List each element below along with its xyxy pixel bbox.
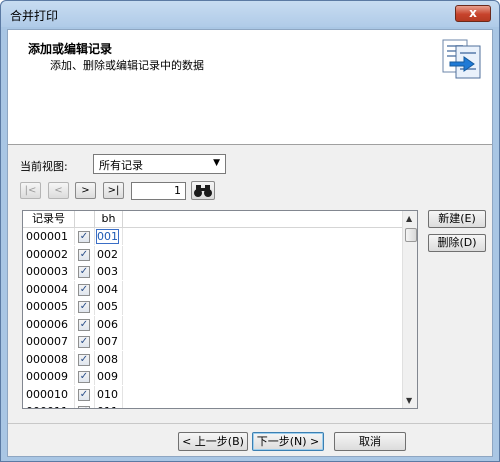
column-header-bh[interactable]: bh [95,211,123,227]
next-record-button[interactable]: > [75,182,96,199]
next-button[interactable]: 下一步(N) > [252,432,324,451]
table-row[interactable]: 000005 ✓ 005 [23,298,403,316]
bh-cell[interactable]: 007 [95,333,123,350]
record-number-cell: 000003 [23,263,75,280]
record-number-cell: 000005 [23,298,75,315]
bh-value: 001 [96,229,119,244]
bh-cell[interactable]: 003 [95,263,123,280]
include-cell: ✓ [75,263,95,280]
bh-cell[interactable]: 008 [95,350,123,368]
include-cell: ✓ [75,368,95,385]
column-header-include[interactable] [75,211,95,227]
close-button[interactable]: x [455,5,491,22]
record-number-cell: 000011 [23,403,75,408]
bh-cell[interactable]: 010 [95,385,123,403]
back-button[interactable]: < 上一步(B) [178,432,248,451]
records-table[interactable]: 记录号 bh 000001 ✓ 001 000002 ✓ 002 000003 … [22,210,418,409]
include-checkbox[interactable]: ✓ [78,353,90,366]
bh-cell[interactable]: 004 [95,280,123,298]
table-row[interactable]: 000010 ✓ 010 [23,385,403,404]
include-cell: ✓ [75,403,95,408]
view-label: 当前视图: [20,160,68,173]
last-record-button[interactable]: >| [103,182,124,199]
table-row[interactable]: 000002 ✓ 002 [23,245,403,264]
record-number-cell: 000002 [23,245,75,263]
table-row[interactable]: 000004 ✓ 004 [23,280,403,299]
include-checkbox[interactable]: ✓ [78,283,90,296]
title-bar[interactable]: 合并打印 x [1,1,499,27]
include-checkbox[interactable]: ✓ [78,336,90,348]
page-subtitle: 添加、删除或编辑记录中的数据 [50,59,204,72]
scroll-down-icon[interactable]: ▼ [406,396,412,405]
bh-cell[interactable]: 001 [95,228,123,245]
include-checkbox[interactable]: ✓ [78,406,90,408]
dialog-window: 合并打印 x 添加或编辑记录 添加、删除或编辑记录中的数据 当前视图: 所有记录… [0,0,500,462]
include-cell: ✓ [75,333,95,350]
table-header: 记录号 bh [23,211,403,228]
bh-cell[interactable]: 009 [95,368,123,385]
binoculars-icon [192,185,214,202]
dialog-body: 添加或编辑记录 添加、删除或编辑记录中的数据 当前视图: 所有记录 ▼ |< <… [7,29,493,457]
include-checkbox[interactable]: ✓ [78,318,90,331]
new-record-button[interactable]: 新建(E) [428,210,486,228]
bh-cell[interactable]: 006 [95,315,123,333]
wizard-header: 添加或编辑记录 添加、删除或编辑记录中的数据 [8,30,492,145]
bh-cell[interactable]: 002 [95,245,123,263]
table-row[interactable]: 000006 ✓ 006 [23,315,403,334]
record-number-input[interactable]: 1 [131,182,186,200]
merge-document-icon [440,38,484,80]
include-cell: ✓ [75,385,95,403]
record-number-cell: 000010 [23,385,75,403]
table-row[interactable]: 000009 ✓ 009 [23,368,403,386]
record-number-cell: 000006 [23,315,75,333]
view-dropdown[interactable]: 所有记录 ▼ [93,154,226,174]
cancel-button[interactable]: 取消 [334,432,406,451]
chevron-down-icon: ▼ [213,158,220,168]
include-cell: ✓ [75,245,95,263]
include-cell: ✓ [75,315,95,333]
previous-record-button[interactable]: < [48,182,69,199]
include-checkbox[interactable]: ✓ [78,231,90,243]
record-number-cell: 000004 [23,280,75,298]
scrollbar-thumb[interactable] [405,228,417,242]
record-number-cell: 000008 [23,350,75,368]
bh-cell[interactable]: 011 [95,403,123,408]
vertical-scrollbar[interactable]: ▲ ▼ [402,211,417,408]
include-checkbox[interactable]: ✓ [78,301,90,313]
find-record-button[interactable] [191,181,215,200]
table-row[interactable]: 000001 ✓ 001 [23,228,403,246]
bh-cell[interactable]: 005 [95,298,123,315]
include-checkbox[interactable]: ✓ [78,266,90,278]
table-row[interactable]: 000011 ✓ 011 [23,403,403,408]
table-body: 000001 ✓ 001 000002 ✓ 002 000003 ✓ 003 0… [23,228,403,408]
record-number-cell: 000009 [23,368,75,385]
record-number-cell: 000007 [23,333,75,350]
include-cell: ✓ [75,298,95,315]
column-header-record-number[interactable]: 记录号 [23,211,75,227]
include-checkbox[interactable]: ✓ [78,371,90,383]
record-number-cell: 000001 [23,228,75,245]
include-cell: ✓ [75,350,95,368]
window-title: 合并打印 [10,9,59,23]
table-row[interactable]: 000007 ✓ 007 [23,333,403,351]
include-cell: ✓ [75,228,95,245]
first-record-button[interactable]: |< [20,182,41,199]
scroll-up-icon[interactable]: ▲ [406,214,412,223]
wizard-footer: < 上一步(B) 下一步(N) > 取消 [8,423,492,457]
include-checkbox[interactable]: ✓ [78,388,90,401]
table-row[interactable]: 000003 ✓ 003 [23,263,403,281]
page-title: 添加或编辑记录 [28,42,113,56]
view-dropdown-value: 所有记录 [99,159,143,172]
table-row[interactable]: 000008 ✓ 008 [23,350,403,369]
delete-record-button[interactable]: 删除(D) [428,234,486,252]
include-checkbox[interactable]: ✓ [78,248,90,261]
include-cell: ✓ [75,280,95,298]
